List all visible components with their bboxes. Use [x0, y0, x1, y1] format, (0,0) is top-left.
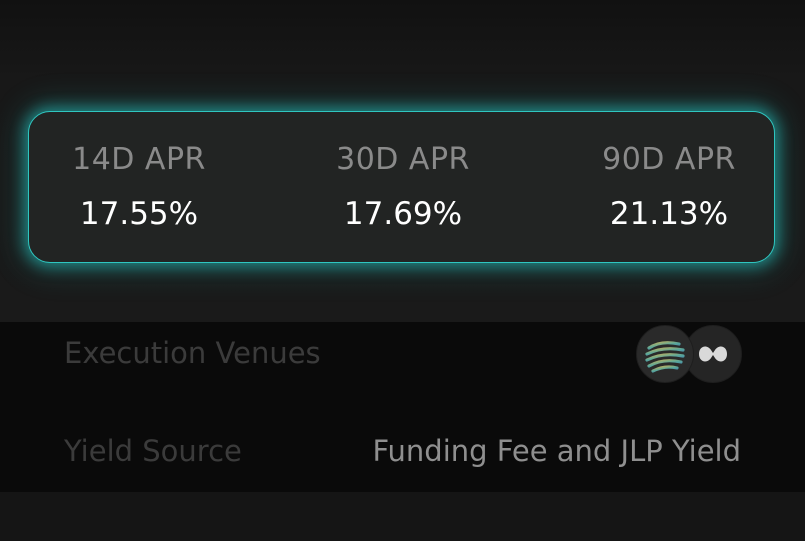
- apr-30d-value: 17.69%: [343, 196, 463, 232]
- apr-90d: 90D APR 21.13%: [559, 112, 779, 262]
- yield-source-label: Yield Source: [64, 434, 242, 468]
- apr-30d: 30D APR 17.69%: [293, 112, 513, 262]
- apr-30d-label: 30D APR: [336, 142, 470, 177]
- apr-90d-label: 90D APR: [602, 142, 736, 177]
- apr-90d-value: 21.13%: [609, 196, 729, 232]
- drift-venue-icon[interactable]: [636, 325, 694, 383]
- execution-venues-icons: [636, 325, 744, 383]
- apr-14d-value: 17.55%: [79, 196, 199, 232]
- apr-14d-label: 14D APR: [72, 142, 206, 177]
- apr-card: 14D APR 17.55% 30D APR 17.69% 90D APR 21…: [28, 111, 775, 263]
- bottom-background: [0, 492, 805, 541]
- execution-venues-label: Execution Venues: [64, 336, 321, 370]
- yield-source-value: Funding Fee and JLP Yield: [372, 434, 741, 468]
- apr-14d: 14D APR 17.55%: [29, 112, 249, 262]
